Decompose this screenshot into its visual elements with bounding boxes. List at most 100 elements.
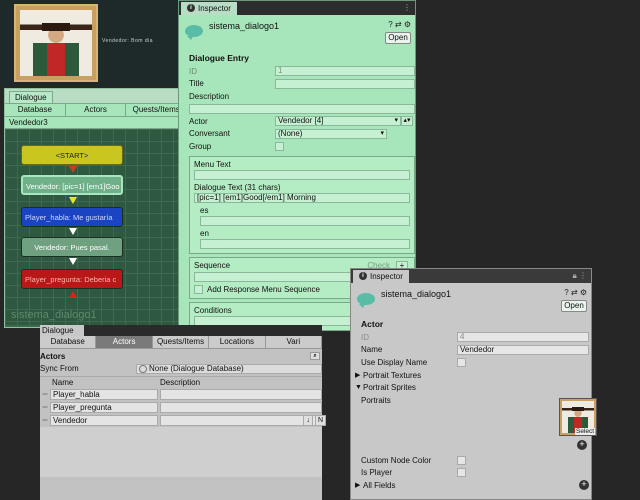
toolbar-database-button[interactable]: Database [5, 104, 66, 116]
sync-from-field[interactable]: None (Dialogue Database) [136, 364, 322, 374]
inspector-header: sistema_dialogo1 ? ⇄ ⚙ Open [179, 15, 415, 47]
toolbar-actors-button[interactable]: Actors [96, 336, 153, 348]
actor-row[interactable]: ═ Vendedor ↓ N [40, 414, 326, 427]
id-row: ID 4 [361, 331, 591, 344]
select-button[interactable]: Select [575, 427, 596, 435]
menu-text-field[interactable] [194, 169, 410, 180]
conversant-dropdown[interactable]: (None) [275, 128, 387, 139]
all-fields-foldout[interactable]: ▶ All Fields + [355, 479, 591, 492]
actor-description-field[interactable] [160, 402, 322, 413]
all-fields-label: All Fields [363, 480, 396, 490]
preset-icon[interactable]: ⇄ [395, 20, 402, 29]
group-checkbox[interactable] [275, 141, 284, 151]
sync-from-label: Sync From [40, 364, 79, 373]
id-label: ID [361, 332, 369, 342]
link-arrow-icon [69, 197, 77, 204]
actor-options-button[interactable]: ▴▾ [401, 116, 413, 127]
header-icons: ? ⇄ ⚙ [388, 20, 411, 29]
lang-es-field[interactable] [200, 215, 410, 226]
window-menu-icon[interactable]: ⋮ [403, 3, 411, 12]
add-response-checkbox[interactable] [194, 285, 203, 295]
actors-panel: Actors ⌕ Sync From None (Dialogue Databa… [40, 349, 326, 477]
name-row: Name Vendedor [361, 344, 591, 357]
toolbar-actors-button[interactable]: Actors [66, 104, 127, 116]
help-icon[interactable]: ? [564, 288, 568, 297]
graph-watermark: sistema_dialogo1 [11, 309, 97, 321]
actor-table-header: Name Description [40, 376, 322, 388]
plus-icon[interactable]: + [577, 439, 587, 450]
dialogue-editor-window: Dialogue Database Actors Quests/Items Ve… [4, 88, 188, 328]
node-graph-canvas[interactable]: <START> Vendedor: [pic=1] [em1]Goo Playe… [5, 129, 187, 325]
dialogue-window-tab[interactable]: Dialogue [40, 325, 84, 336]
actor-description-field[interactable] [160, 389, 322, 400]
drag-handle-icon[interactable]: ═ [40, 417, 50, 424]
inspector-tabbar: i Inspector ⋮ [179, 1, 415, 15]
link-arrow-icon [69, 166, 77, 173]
toolbar-quests-button[interactable]: Quests/Items [153, 336, 210, 348]
node-vendedor-reply[interactable]: Vendedor: Pues pasal. [21, 237, 123, 257]
settings-icon[interactable]: ⚙ [580, 288, 587, 297]
open-button[interactable]: Open [561, 300, 587, 312]
node-vendedor-greeting[interactable]: Vendedor: [pic=1] [em1]Goo [21, 175, 123, 195]
actor-dropdown[interactable]: Vendedor [4] [275, 116, 401, 127]
actor-row-buttons: ↓ N [303, 415, 326, 426]
dialogue-editor-toolbar: Database Actors Quests/Items [5, 103, 188, 117]
conversant-row: Conversant (None) [189, 127, 415, 140]
actor-name-field[interactable]: Player_pregunta [50, 402, 158, 413]
portrait-textures-foldout[interactable]: ▶ Portrait Textures [355, 369, 591, 382]
dialogue-editor-tab[interactable]: Dialogue [9, 91, 53, 103]
drag-handle-icon[interactable]: ═ [40, 404, 50, 411]
is-player-row: Is Player [361, 467, 591, 480]
node-player-habla[interactable]: Player_habla: Me gustaría [21, 207, 123, 227]
node-player-pregunta[interactable]: Player_pregunta: Deberia c [21, 269, 123, 289]
lock-icon[interactable]: 🔒︎ ⋮ [573, 271, 587, 281]
link-arrow-icon [69, 228, 77, 235]
toolbar-locations-button[interactable]: Locations [209, 336, 266, 348]
search-icon[interactable]: ⌕ [310, 352, 320, 360]
text-box: Menu Text Dialogue Text (31 chars) [pic=… [189, 155, 415, 254]
conversation-selector[interactable]: Vendedor3 [5, 117, 187, 129]
dialogue-text-label: Dialogue Text (31 chars) [194, 182, 281, 192]
drag-handle-icon[interactable]: ═ [40, 391, 50, 398]
actor-description-field[interactable] [160, 415, 322, 426]
inspector-actor: i Inspector 🔒︎ ⋮ sistema_dialogo1 ? ⇄ ⚙ … [350, 268, 597, 500]
info-icon: i [187, 4, 195, 12]
node-start[interactable]: <START> [21, 145, 123, 165]
lang-en-field[interactable] [200, 238, 410, 249]
group-row: Group [189, 140, 415, 153]
preset-icon[interactable]: ⇄ [571, 288, 578, 297]
help-icon[interactable]: ? [388, 20, 392, 29]
description-label: Description [189, 91, 230, 101]
name-field[interactable]: Vendedor [457, 344, 589, 355]
actor-row[interactable]: ═ Player_pregunta [40, 401, 322, 414]
actor-row[interactable]: ═ Player_habla [40, 388, 322, 401]
toolbar-database-button[interactable]: Database [40, 336, 97, 348]
is-player-checkbox[interactable] [457, 468, 466, 478]
open-button[interactable]: Open [385, 32, 411, 44]
inspector-tab-label: Inspector [370, 271, 403, 281]
dialogue-text-field[interactable]: [pic=1] [em1]Good[/em1] Morning [194, 192, 410, 203]
actor-name-field[interactable]: Vendedor [50, 415, 158, 426]
move-down-icon[interactable]: ↓ [303, 415, 313, 426]
actor-name-field[interactable]: Player_habla [50, 389, 158, 400]
use-display-name-checkbox[interactable] [457, 357, 466, 367]
inspector-tab[interactable]: i Inspector [181, 1, 237, 15]
info-icon: i [359, 272, 367, 280]
inspector-object-title: sistema_dialogo1 [209, 21, 280, 31]
plus-icon[interactable]: + [579, 480, 589, 491]
description-field[interactable] [189, 103, 415, 114]
settings-icon[interactable]: ⚙ [404, 20, 411, 29]
portrait-art [20, 10, 92, 76]
toolbar-variables-button[interactable]: Vari [266, 336, 323, 348]
actor-row-n-button[interactable]: N [314, 415, 326, 426]
custom-node-color-checkbox[interactable] [457, 455, 466, 465]
portrait-sprites-foldout[interactable]: ▼ Portrait Sprites [355, 381, 591, 394]
name-label: Name [361, 345, 383, 355]
title-field[interactable] [275, 78, 415, 89]
scene-subtitle-text: Vendedor: Bom dia [102, 38, 154, 44]
sync-from-row: Sync From None (Dialogue Database) [40, 363, 322, 375]
inspector-tab[interactable]: i Inspector [353, 269, 409, 283]
id-label: ID [189, 66, 197, 76]
inspector-body: Actor ID 4 Name Vendedor Use Display Nam… [351, 315, 597, 492]
custom-node-color-row: Custom Node Color [361, 454, 591, 467]
